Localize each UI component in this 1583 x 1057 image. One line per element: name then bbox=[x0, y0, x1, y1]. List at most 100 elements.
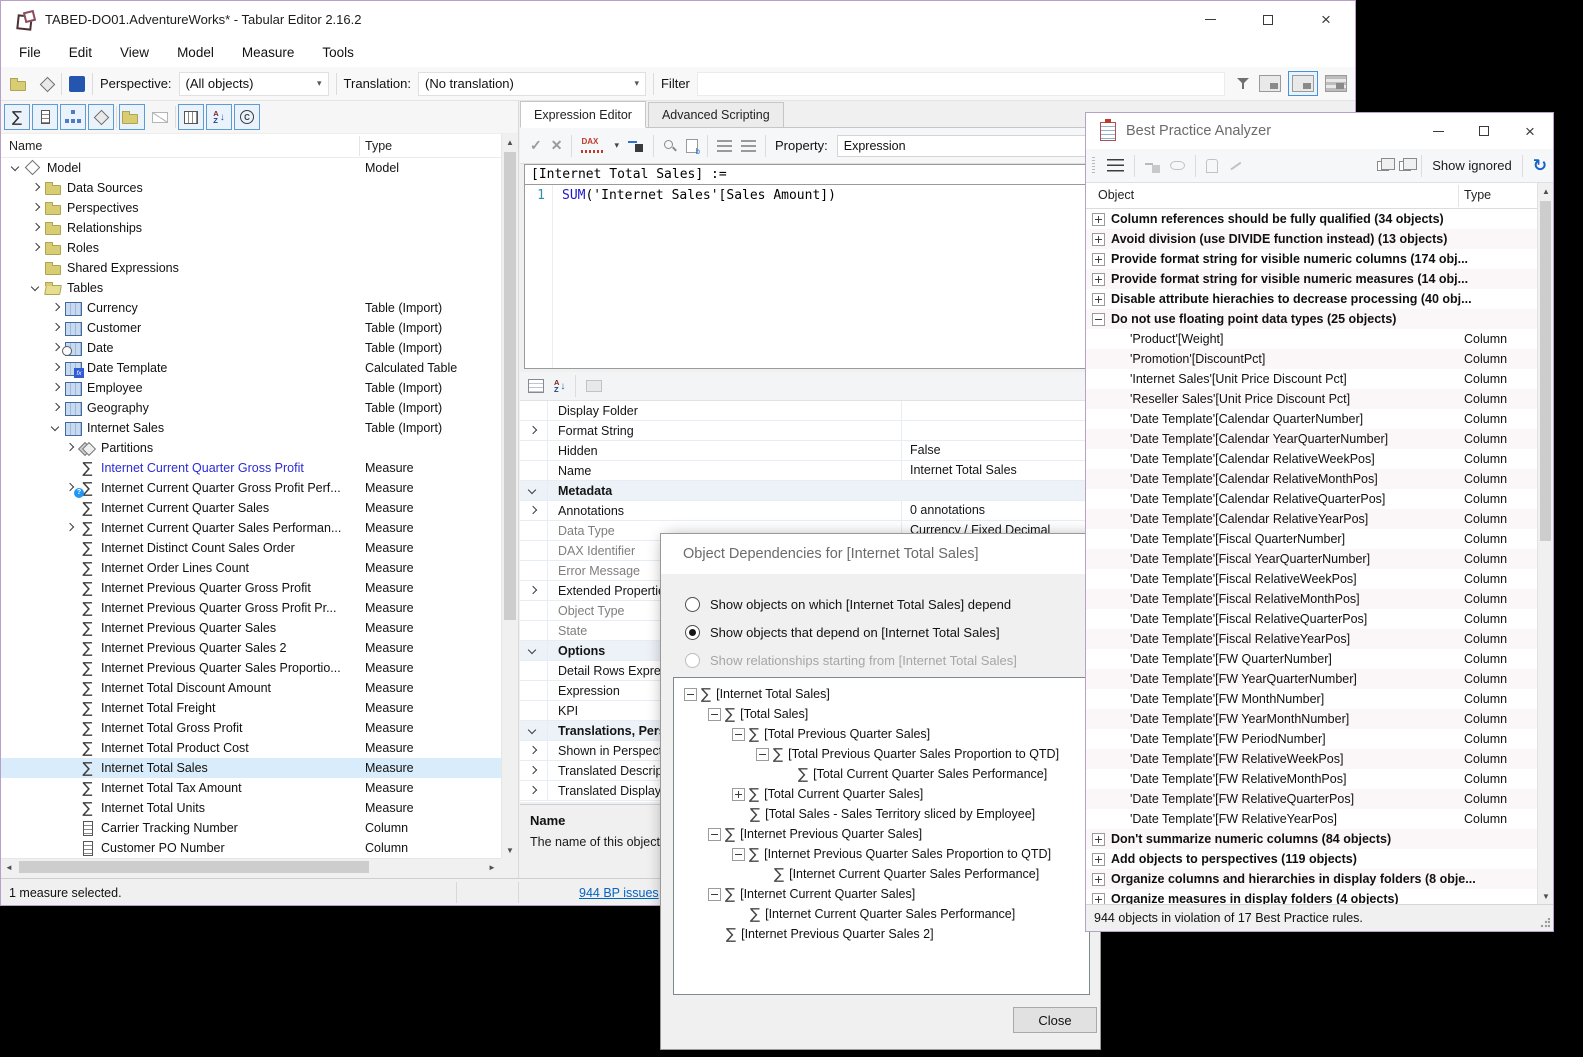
bpa-rule-row[interactable]: Organize columns and hierarchies in disp… bbox=[1086, 869, 1537, 889]
filter-funnel-icon[interactable] bbox=[1236, 76, 1252, 91]
maximize-button[interactable] bbox=[1239, 1, 1297, 38]
tree-expander-icon[interactable] bbox=[63, 441, 78, 455]
tree-row[interactable]: Geography Table (Import) bbox=[1, 398, 501, 418]
deploy-model-icon[interactable] bbox=[40, 77, 54, 91]
tree-expander-icon[interactable] bbox=[29, 241, 44, 255]
tree-row[interactable]: ∑ Internet Current Quarter Gross Profit Me… bbox=[1, 458, 501, 478]
tree-row[interactable]: Carrier Tracking Number Column bbox=[1, 818, 501, 838]
dax-formatter-icon[interactable]: DAX bbox=[581, 137, 605, 154]
tree-vertical-scrollbar[interactable]: ▲ ▼ bbox=[501, 134, 518, 858]
tree-row[interactable]: ∑ Internet Previous Quarter Gross Profit M… bbox=[1, 578, 501, 598]
bpa-object-row[interactable]: 'Date Template'[Calendar RelativeQuarter… bbox=[1086, 489, 1537, 509]
indent-icon[interactable] bbox=[717, 139, 732, 152]
tree-row[interactable]: ∑ Internet Previous Quarter Gross Profit … bbox=[1, 598, 501, 618]
bpa-rule-row[interactable]: Add objects to perspectives (119 objects… bbox=[1086, 849, 1537, 869]
tree-row[interactable]: Roles bbox=[1, 238, 501, 258]
scrollbar-thumb[interactable] bbox=[1540, 201, 1551, 541]
tree-expander-icon[interactable] bbox=[49, 381, 64, 395]
bpa-object-row[interactable]: 'Date Template'[Fiscal RelativeYearPos] C… bbox=[1086, 629, 1537, 649]
toggle-columns-button[interactable] bbox=[32, 104, 58, 130]
expand-box-icon[interactable] bbox=[1092, 272, 1105, 286]
tree-row[interactable]: Relationships bbox=[1, 218, 501, 238]
tab-expression-editor[interactable]: Expression Editor bbox=[520, 101, 646, 128]
bpa-rule-row[interactable]: Don't summarize numeric columns (84 obje… bbox=[1086, 829, 1537, 849]
collapse-box-icon[interactable] bbox=[732, 847, 745, 861]
open-file-icon[interactable] bbox=[9, 76, 29, 92]
dependency-node[interactable]: ∑ [Internet Current Quarter Sales] bbox=[674, 884, 1089, 904]
show-ignored-toggle[interactable]: Show ignored bbox=[1432, 158, 1512, 173]
menu-measure[interactable]: Measure bbox=[228, 45, 309, 60]
chevron-down-icon[interactable]: ▾ bbox=[614, 140, 619, 151]
bpa-rule-row[interactable]: Provide format string for visible numeri… bbox=[1086, 249, 1537, 269]
menu-tools[interactable]: Tools bbox=[308, 45, 368, 60]
menu-model[interactable]: Model bbox=[163, 45, 228, 60]
view-mode-tree-toggle[interactable] bbox=[1288, 71, 1318, 96]
expand-box-icon[interactable] bbox=[732, 787, 745, 801]
tree-row[interactable]: ∑ Internet Previous Quarter Sales Measure bbox=[1, 618, 501, 638]
bpa-object-row[interactable]: 'Date Template'[Fiscal RelativeWeekPos] C… bbox=[1086, 569, 1537, 589]
expand-box-icon[interactable] bbox=[1092, 232, 1105, 246]
tree-row[interactable]: ∑ Internet Current Quarter Gross Profit P… bbox=[1, 478, 501, 498]
name-column-header[interactable]: Name bbox=[9, 139, 42, 153]
expand-box-icon[interactable] bbox=[1092, 252, 1105, 266]
expand-box-icon[interactable] bbox=[1092, 212, 1105, 226]
tree-row[interactable]: ∑ Internet Previous Quarter Sales Proport… bbox=[1, 658, 501, 678]
code-snippet-icon[interactable] bbox=[686, 138, 700, 156]
tree-row[interactable]: Internet Sales Table (Import) bbox=[1, 418, 501, 438]
tree-row[interactable]: Shared Expressions bbox=[1, 258, 501, 278]
tree-row[interactable]: Employee Table (Import) bbox=[1, 378, 501, 398]
bpa-object-row[interactable]: 'Internet Sales'[Unit Price Discount Pct… bbox=[1086, 369, 1537, 389]
save-icon[interactable] bbox=[69, 75, 85, 92]
tree-row[interactable]: Perspectives bbox=[1, 198, 501, 218]
close-button[interactable]: × bbox=[1507, 113, 1553, 149]
radio-option[interactable]: Show objects on which [Internet Total Sa… bbox=[685, 594, 1011, 614]
expand-box-icon[interactable] bbox=[1092, 852, 1105, 866]
type-column-header[interactable]: Type bbox=[365, 139, 392, 153]
tree-row[interactable]: Currency Table (Import) bbox=[1, 298, 501, 318]
alphabetical-view-icon[interactable]: A Z ↓ bbox=[554, 379, 565, 394]
bpa-rule-row[interactable]: Provide format string for visible numeri… bbox=[1086, 269, 1537, 289]
bpa-object-row[interactable]: 'Date Template'[Fiscal QuarterNumber] Col… bbox=[1086, 529, 1537, 549]
outdent-icon[interactable] bbox=[741, 139, 756, 152]
dependency-node[interactable]: ∑ [Internet Current Quarter Sales Perform… bbox=[674, 864, 1089, 884]
radio-unselected-icon[interactable] bbox=[685, 652, 700, 668]
bpa-object-row[interactable]: 'Date Template'[FW RelativeYearPos] Colum… bbox=[1086, 809, 1537, 829]
scroll-down-icon[interactable]: ▼ bbox=[502, 842, 518, 858]
tree-row[interactable]: Tables bbox=[1, 278, 501, 298]
collapse-box-icon[interactable] bbox=[1092, 312, 1105, 326]
bpa-object-row[interactable]: 'Date Template'[Fiscal YearQuarterNumber… bbox=[1086, 549, 1537, 569]
toggle-partitions-button[interactable] bbox=[88, 104, 114, 130]
bpa-rule-row[interactable]: Avoid division (use DIVIDE function inst… bbox=[1086, 229, 1537, 249]
scrollbar-thumb[interactable] bbox=[504, 152, 516, 620]
tree-expander-icon[interactable] bbox=[63, 521, 78, 535]
bpa-object-row[interactable]: 'Date Template'[Fiscal RelativeQuarterPo… bbox=[1086, 609, 1537, 629]
search-icon[interactable] bbox=[663, 139, 677, 153]
scroll-up-icon[interactable]: ▲ bbox=[1538, 183, 1554, 199]
expand-icon[interactable] bbox=[526, 764, 541, 778]
tree-row[interactable]: ∑ Internet Previous Quarter Sales 2 Measur… bbox=[1, 638, 501, 658]
tree-row[interactable]: ∑ Internet Distinct Count Sales Order Meas… bbox=[1, 538, 501, 558]
column-divider[interactable] bbox=[359, 136, 360, 156]
dependency-node[interactable]: ∑ [Total Current Quarter Sales Performanc… bbox=[674, 764, 1089, 784]
tree-horizontal-scrollbar[interactable]: ◄ ► bbox=[1, 858, 501, 875]
tree-row[interactable]: ∑ Internet Total Units Measure bbox=[1, 798, 501, 818]
bpa-object-row[interactable]: 'Date Template'[Calendar YearQuarterNumb… bbox=[1086, 429, 1537, 449]
bpa-object-row[interactable]: 'Promotion'[DiscountPct] Column bbox=[1086, 349, 1537, 369]
tree-expander-icon[interactable] bbox=[9, 161, 24, 175]
manage-rules-icon[interactable] bbox=[1107, 159, 1124, 172]
sort-alphabetical-button[interactable]: A Z ↓ bbox=[206, 104, 232, 130]
view-mode-flat-icon[interactable] bbox=[1259, 75, 1281, 92]
bpa-object-row[interactable]: 'Date Template'[FW RelativeQuarterPos] Co… bbox=[1086, 789, 1537, 809]
scrollbar-thumb[interactable] bbox=[19, 861, 369, 873]
accept-check-icon[interactable]: ✓ bbox=[530, 137, 542, 154]
bpa-object-row[interactable]: 'Reseller Sales'[Unit Price Discount Pct… bbox=[1086, 389, 1537, 409]
dependency-node[interactable]: ∑ [Internet Previous Quarter Sales 2] bbox=[674, 924, 1089, 944]
translation-select[interactable]: (No translation) ▾ bbox=[417, 71, 646, 96]
refresh-icon[interactable]: ↻ bbox=[1533, 156, 1547, 176]
radio-option[interactable]: Show objects that depend on [Internet To… bbox=[685, 622, 1000, 642]
tree-expander-icon[interactable] bbox=[49, 421, 64, 435]
tree-row[interactable]: ∑ Internet Order Lines Count Measure bbox=[1, 558, 501, 578]
tree-row[interactable]: Date Table (Import) bbox=[1, 338, 501, 358]
dependency-node[interactable]: ∑ [Internet Previous Quarter Sales Propor… bbox=[674, 844, 1089, 864]
goto-definition-icon[interactable] bbox=[628, 138, 644, 153]
